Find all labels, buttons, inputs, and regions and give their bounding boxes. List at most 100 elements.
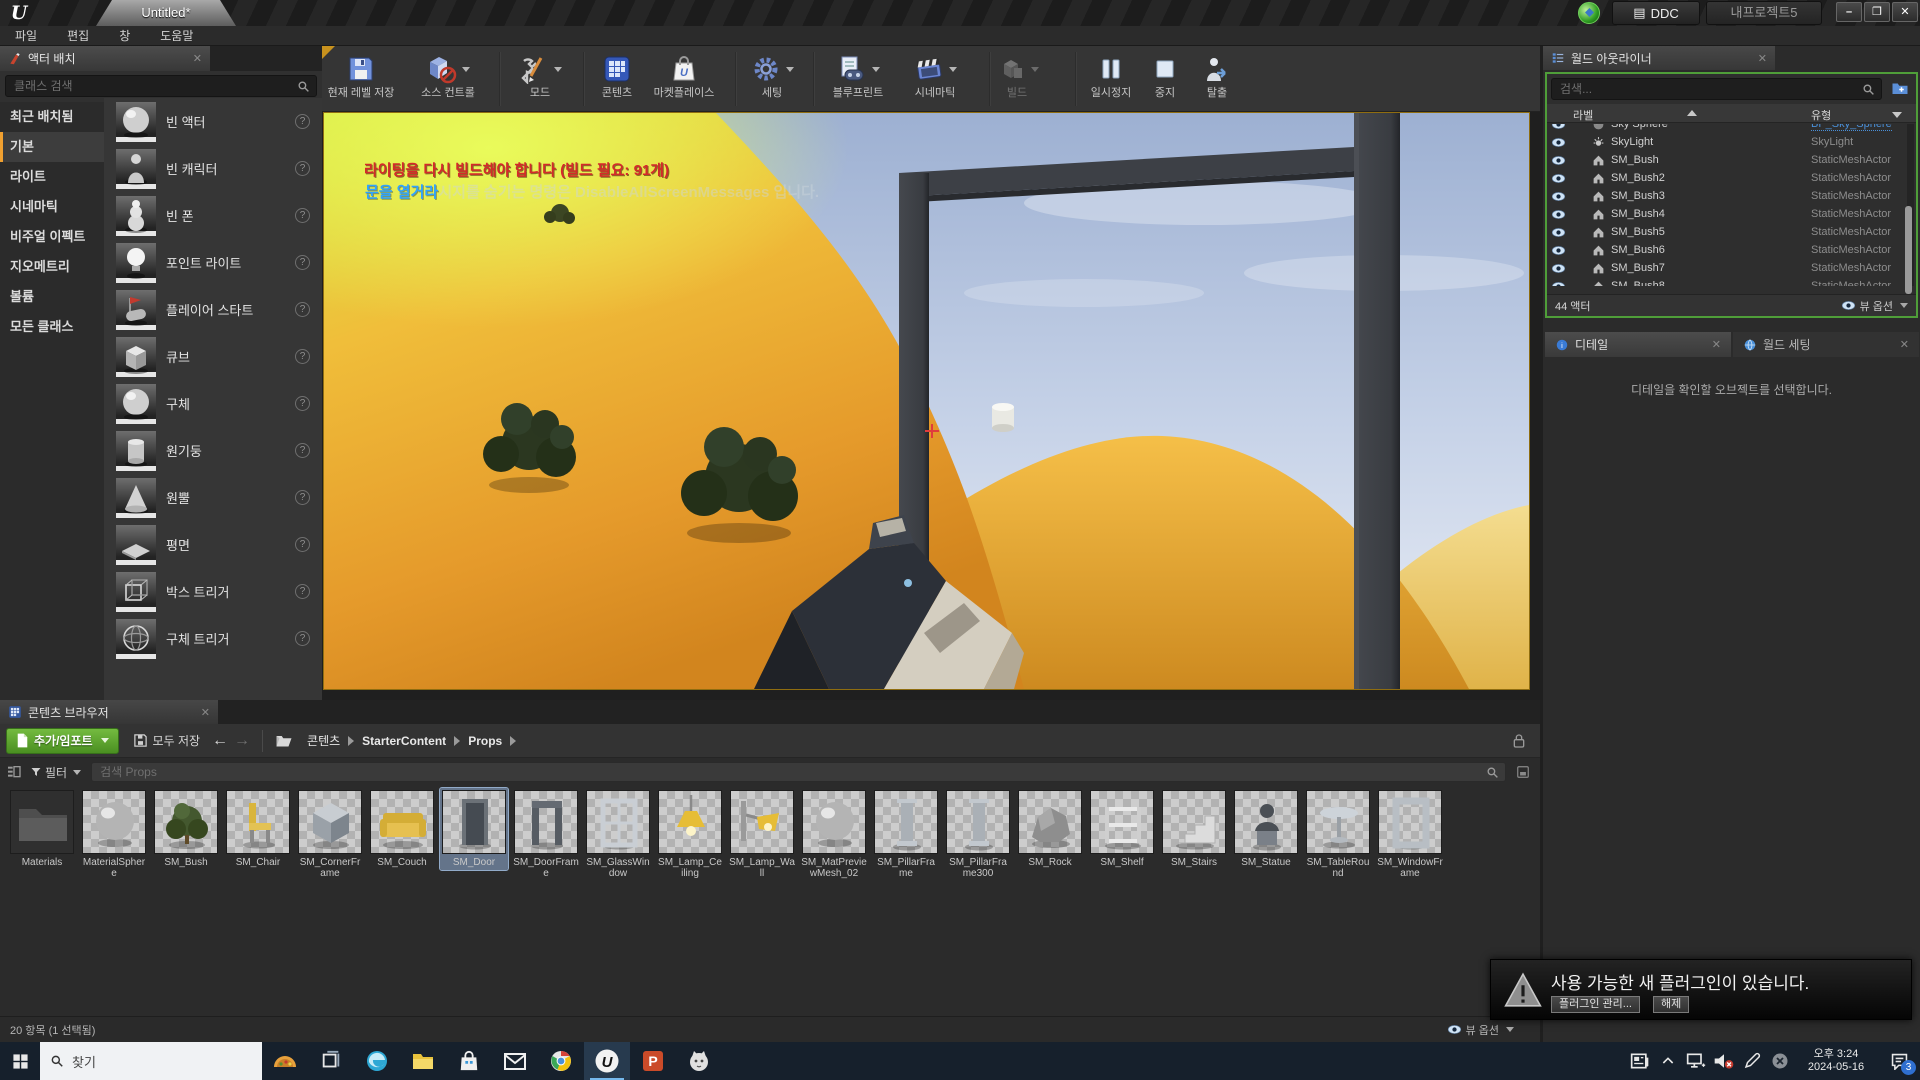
cb-view-options[interactable]: 뷰 옵션 xyxy=(1447,1022,1514,1038)
save-all-button[interactable]: 모두 저장 xyxy=(133,732,201,749)
close-button[interactable]: ✕ xyxy=(1892,2,1918,22)
visibility-eye-icon[interactable] xyxy=(1551,173,1566,184)
outliner-search-input[interactable] xyxy=(1558,81,1862,97)
place-item[interactable]: 플레이어 스타트? xyxy=(104,286,322,333)
place-item[interactable]: 빈 액터? xyxy=(104,98,322,145)
place-item[interactable]: 빈 캐릭터? xyxy=(104,145,322,192)
visibility-eye-icon[interactable] xyxy=(1551,137,1566,148)
tutorial-icon[interactable] xyxy=(1578,2,1600,24)
place-item[interactable]: 원뿔? xyxy=(104,474,322,521)
outliner-row[interactable]: SM_Bush6StaticMeshActor xyxy=(1547,241,1916,259)
new-folder-icon[interactable] xyxy=(1890,79,1910,97)
category-기본[interactable]: 기본 xyxy=(0,132,104,162)
taskbar-app-store[interactable] xyxy=(446,1042,492,1080)
asset-SM_GlassWindow[interactable]: SM_GlassWindow xyxy=(584,788,652,881)
manage-plugins-button[interactable]: 플러그인 관리... xyxy=(1551,996,1640,1013)
visibility-eye-icon[interactable] xyxy=(1551,155,1566,166)
visibility-eye-icon[interactable] xyxy=(1551,191,1566,202)
sort-ascending-icon[interactable] xyxy=(1687,110,1697,116)
forward-arrow-icon[interactable]: → xyxy=(234,732,250,750)
taskbar-app-ppt[interactable]: P xyxy=(630,1042,676,1080)
asset-SM_PillarFrame300[interactable]: SM_PillarFrame300 xyxy=(944,788,1012,881)
category-시네마틱[interactable]: 시네마틱 xyxy=(0,192,104,222)
visibility-eye-icon[interactable] xyxy=(1551,227,1566,238)
place-item[interactable]: 포인트 라이트? xyxy=(104,239,322,286)
category-최근 배치됨[interactable]: 최근 배치됨 xyxy=(0,102,104,132)
outliner-row[interactable]: SM_Bush2StaticMeshActor xyxy=(1547,169,1916,187)
filter-button[interactable]: 필터 xyxy=(30,764,81,781)
toolbar-eject-button[interactable]: 탈출 xyxy=(1171,51,1263,109)
asset-Materials[interactable]: Materials xyxy=(8,788,76,870)
visibility-eye-icon[interactable] xyxy=(1551,245,1566,256)
column-type[interactable]: 유형 xyxy=(1811,107,1831,123)
taskbar-app-unreal[interactable]: U xyxy=(584,1042,630,1080)
place-item[interactable]: 빈 폰? xyxy=(104,192,322,239)
asset-SM_Door[interactable]: SM_Door xyxy=(440,788,508,870)
taskbar-app-edge[interactable] xyxy=(354,1042,400,1080)
breadcrumb-Props[interactable]: Props xyxy=(468,734,502,748)
outliner-row[interactable]: SM_Bush4StaticMeshActor xyxy=(1547,205,1916,223)
level-tab[interactable]: Untitled* xyxy=(96,0,236,26)
close-icon[interactable]: ✕ xyxy=(1900,338,1909,351)
level-viewport[interactable]: 라이팅을 다시 빌드해야 합니다 (빌드 필요: 91개) 문을 열거라 시지를… xyxy=(323,112,1530,690)
close-icon[interactable]: ✕ xyxy=(1758,52,1767,65)
maximize-button[interactable]: ❐ xyxy=(1864,2,1890,22)
taskbar-app-taco[interactable] xyxy=(262,1042,308,1080)
tab-world-settings[interactable]: 월드 세팅 ✕ xyxy=(1733,332,1919,357)
sources-panel-icon[interactable] xyxy=(6,764,22,780)
outliner-header[interactable]: 라벨 유형 xyxy=(1547,104,1916,123)
tab-place-actors[interactable]: 액터 배치 ✕ xyxy=(0,46,210,71)
tray-pen-icon[interactable] xyxy=(1738,1042,1766,1080)
menu-file[interactable]: 파일 xyxy=(0,26,52,46)
tray-news-icon[interactable] xyxy=(1626,1042,1654,1080)
toolbar-cinematic-button[interactable]: 시네마틱 xyxy=(889,51,981,109)
category-모든 클래스[interactable]: 모든 클래스 xyxy=(0,312,104,342)
visibility-eye-icon[interactable] xyxy=(1551,124,1566,130)
asset-SM_CornerFrame[interactable]: SM_CornerFrame xyxy=(296,788,364,881)
asset-SM_Rock[interactable]: SM_Rock xyxy=(1016,788,1084,870)
tab-world-outliner[interactable]: 월드 아웃라이너 ✕ xyxy=(1543,46,1775,70)
place-item[interactable]: 원기둥? xyxy=(104,427,322,474)
place-item[interactable]: 구체? xyxy=(104,380,322,427)
outliner-row[interactable]: SM_Bush5StaticMeshActor xyxy=(1547,223,1916,241)
asset-MaterialSphere[interactable]: MaterialSphere xyxy=(80,788,148,881)
menu-window[interactable]: 창 xyxy=(104,26,145,46)
breadcrumb-콘텐츠[interactable]: 콘텐츠 xyxy=(307,732,340,749)
close-icon[interactable]: ✕ xyxy=(1712,338,1721,351)
place-item[interactable]: 큐브? xyxy=(104,333,322,380)
tray-volume-muted-icon[interactable] xyxy=(1710,1042,1738,1080)
outliner-scrollbar[interactable] xyxy=(1907,124,1914,286)
asset-SM_DoorFrame[interactable]: SM_DoorFrame xyxy=(512,788,580,881)
visibility-eye-icon[interactable] xyxy=(1551,263,1566,274)
dismiss-button[interactable]: 해제 xyxy=(1653,996,1689,1013)
toolbar-settings-button[interactable]: 세팅 xyxy=(726,51,818,109)
asset-SM_Lamp_Wall[interactable]: SM_Lamp_Wall xyxy=(728,788,796,881)
tab-details[interactable]: i 디테일 ✕ xyxy=(1545,332,1731,357)
menu-help[interactable]: 도움말 xyxy=(145,26,208,46)
close-icon[interactable]: ✕ xyxy=(201,706,210,719)
asset-SM_Chair[interactable]: SM_Chair xyxy=(224,788,292,870)
tray-close-circle-icon[interactable] xyxy=(1766,1042,1794,1080)
outliner-row[interactable]: SM_Bush8StaticMeshActor xyxy=(1547,277,1916,286)
taskbar-app-taskview[interactable] xyxy=(308,1042,354,1080)
taskbar-search-box[interactable]: 찾기 xyxy=(40,1042,262,1080)
category-볼륨[interactable]: 볼륨 xyxy=(0,282,104,312)
outliner-row[interactable]: SM_BushStaticMeshActor xyxy=(1547,151,1916,169)
asset-search-box[interactable] xyxy=(91,762,1506,782)
asset-SM_WindowFrame[interactable]: SM_WindowFrame xyxy=(1376,788,1444,881)
outliner-row[interactable]: SM_Bush3StaticMeshActor xyxy=(1547,187,1916,205)
asset-SM_Statue[interactable]: SM_Statue xyxy=(1232,788,1300,870)
save-search-icon[interactable] xyxy=(1516,765,1530,779)
asset-SM_Lamp_Ceiling[interactable]: SM_Lamp_Ceiling xyxy=(656,788,724,881)
close-icon[interactable]: ✕ xyxy=(193,52,202,65)
asset-SM_Shelf[interactable]: SM_Shelf xyxy=(1088,788,1156,870)
place-item[interactable]: 박스 트리거? xyxy=(104,568,322,615)
outliner-search-box[interactable] xyxy=(1551,78,1882,100)
place-item[interactable]: 평면? xyxy=(104,521,322,568)
class-search-box[interactable] xyxy=(5,75,317,97)
visibility-eye-icon[interactable] xyxy=(1551,281,1566,287)
asset-SM_TableRound[interactable]: SM_TableRound xyxy=(1304,788,1372,881)
class-search-input[interactable] xyxy=(12,78,297,94)
breadcrumb-StarterContent[interactable]: StarterContent xyxy=(362,734,446,748)
place-item[interactable]: 구체 트리거? xyxy=(104,615,322,662)
